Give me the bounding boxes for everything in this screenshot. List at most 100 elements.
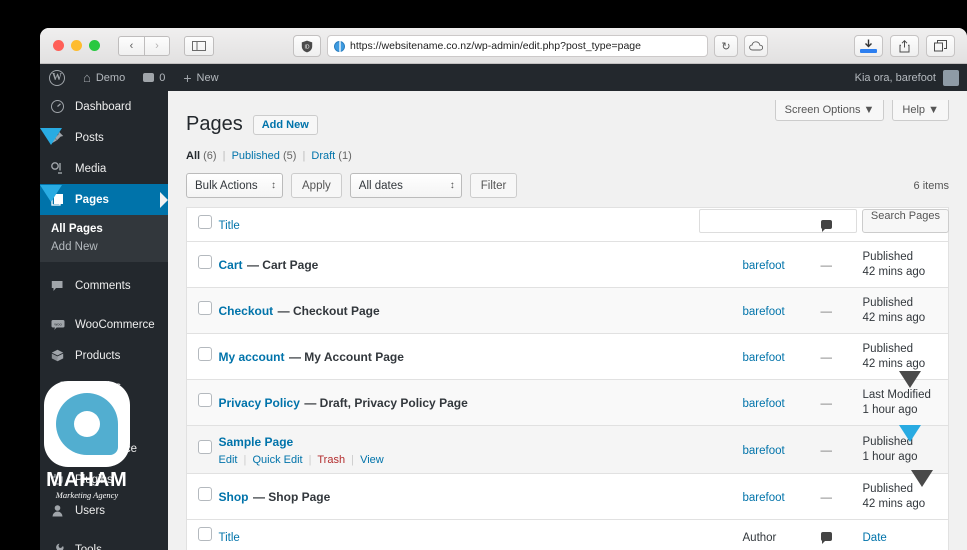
sidebar-item-woocommerce[interactable]: woo WooCommerce — [40, 309, 168, 340]
url-input[interactable]: https://websitename.co.nz/wp-admin/edit.… — [327, 35, 708, 57]
screen-options-button[interactable]: Screen Options ▼ — [774, 100, 885, 121]
comments-value: — — [820, 444, 833, 457]
table-row[interactable]: Cart — Cart Page barefoot — Published 42… — [186, 241, 949, 288]
table-row[interactable]: My account — My Account Page barefoot — … — [186, 333, 949, 380]
products-icon — [49, 349, 66, 362]
row-action-edit[interactable]: Edit — [219, 454, 238, 466]
admin-bar-new-content[interactable]: + New — [174, 64, 227, 91]
sidebar-item-tools[interactable]: Tools — [40, 534, 168, 550]
date-status: Published — [862, 342, 914, 355]
table-row[interactable]: Shop — Shop Page barefoot — Published 42… — [186, 473, 949, 520]
comments-value: — — [820, 259, 833, 272]
search-pages-button[interactable]: Search Pages — [861, 209, 949, 233]
row-checkbox[interactable] — [198, 301, 212, 315]
admin-bar-account[interactable]: Kia ora, barefoot — [855, 69, 967, 86]
filter-link-all[interactable]: All — [186, 150, 200, 162]
maham-logo-hole — [74, 411, 100, 437]
filter-button[interactable]: Filter — [469, 173, 518, 198]
page-title-link[interactable]: Privacy Policy — [219, 396, 300, 410]
author-link[interactable]: barefoot — [743, 445, 785, 457]
row-action-quick-edit[interactable]: Quick Edit — [252, 454, 302, 466]
page-title-link[interactable]: Cart — [219, 258, 243, 272]
author-link[interactable]: barefoot — [743, 398, 785, 410]
sidebar-item-comments[interactable]: Comments — [40, 270, 168, 301]
title-column-header[interactable]: Title — [219, 208, 743, 242]
status-filter-links: All (6) | Published (5) | Draft (1) — [186, 150, 949, 162]
row-checkbox-cell — [187, 426, 219, 474]
filter-separator-2: | — [302, 150, 306, 162]
sidebar-item-all-pages[interactable]: All Pages — [40, 220, 168, 238]
author-link[interactable]: barefoot — [743, 492, 785, 504]
filter-link-draft[interactable]: Draft — [311, 150, 335, 162]
sidebar-label-media: Media — [75, 162, 107, 175]
window-controls — [53, 40, 100, 51]
tabs-overview-icon[interactable] — [926, 35, 955, 57]
author-link[interactable]: barefoot — [743, 260, 785, 272]
table-row[interactable]: Privacy Policy — Draft, Privacy Policy P… — [186, 379, 949, 426]
row-action-sep-3: | — [351, 454, 355, 466]
row-comments-cell: — — [821, 242, 863, 288]
page-content: Screen Options ▼ Help ▼ Pages Add New Al… — [168, 91, 967, 550]
sidebar-item-pages[interactable]: Pages — [40, 184, 168, 215]
forward-icon[interactable]: › — [144, 35, 170, 56]
close-window-button[interactable] — [53, 40, 64, 51]
help-button[interactable]: Help ▼ — [892, 100, 949, 121]
add-new-button[interactable]: Add New — [252, 114, 318, 135]
sidebar-item-posts[interactable]: Posts — [40, 122, 168, 153]
table-row[interactable]: Sample Page Edit | Quick Edit | Trash | — [186, 425, 949, 474]
reload-icon[interactable]: ↻ — [714, 35, 738, 57]
select-all-checkbox[interactable] — [198, 215, 212, 229]
sidebar-item-products[interactable]: Products — [40, 340, 168, 371]
svg-text:woo: woo — [54, 321, 62, 326]
admin-bar-site-name[interactable]: ⌂ Demo — [74, 64, 134, 91]
minimize-window-button[interactable] — [71, 40, 82, 51]
sidebar-item-add-new[interactable]: Add New — [40, 238, 168, 256]
sidebar-item-media[interactable]: Media — [40, 153, 168, 184]
back-icon[interactable]: ‹ — [118, 35, 144, 56]
page-title-link[interactable]: Sample Page — [219, 435, 294, 449]
select-all-checkbox-bottom[interactable] — [198, 527, 212, 541]
row-title-cell: Shop — Shop Page — [219, 474, 743, 520]
title-footer-label: Title — [218, 531, 240, 544]
date-when: 1 hour ago — [862, 403, 918, 416]
page-title-link[interactable]: My account — [219, 350, 285, 364]
title-column-footer[interactable]: Title — [219, 520, 743, 550]
row-checkbox[interactable] — [198, 347, 212, 361]
filter-count-all: (6) — [203, 150, 217, 162]
apply-button-top[interactable]: Apply — [291, 173, 342, 198]
admin-bar-wp-logo[interactable]: W — [40, 64, 74, 91]
filter-count-published: (5) — [282, 150, 297, 162]
privacy-shield-icon[interactable]: ID — [293, 35, 321, 57]
row-date-cell: Published 42 mins ago — [863, 474, 949, 520]
filter-link-published[interactable]: Published — [232, 150, 280, 162]
cloud-icon[interactable] — [744, 35, 768, 57]
comment-bubble-icon — [820, 219, 832, 232]
row-action-view[interactable]: View — [360, 454, 384, 466]
search-input[interactable] — [698, 209, 857, 233]
admin-bar-comments[interactable]: 0 — [134, 64, 174, 91]
date-column-footer[interactable]: Date — [863, 520, 949, 550]
share-icon[interactable] — [890, 35, 919, 57]
row-comments-cell: — — [821, 380, 863, 426]
maximize-window-button[interactable] — [89, 40, 100, 51]
row-checkbox[interactable] — [198, 393, 212, 407]
watermark-logo: MAHAM Marketing Agency — [40, 381, 146, 500]
row-checkbox[interactable] — [198, 487, 212, 501]
sidebar-item-dashboard[interactable]: Dashboard — [40, 91, 168, 122]
author-link[interactable]: barefoot — [743, 352, 785, 364]
table-foot: Title Author Date — [186, 519, 949, 550]
download-icon[interactable] — [854, 35, 883, 57]
page-title-link[interactable]: Checkout — [219, 304, 274, 318]
download-progress-bar — [860, 49, 877, 53]
users-icon — [49, 504, 66, 517]
row-checkbox[interactable] — [198, 255, 212, 269]
row-checkbox[interactable] — [198, 440, 212, 454]
row-action-trash[interactable]: Trash — [317, 454, 345, 466]
date-filter-select[interactable]: All dates — [349, 173, 462, 198]
page-title-link[interactable]: Shop — [219, 490, 249, 504]
author-link[interactable]: barefoot — [743, 306, 785, 318]
sidebar-toggle-icon[interactable] — [184, 35, 214, 56]
table-row[interactable]: Checkout — Checkout Page barefoot — Publ… — [186, 287, 949, 334]
sidebar-label-tools: Tools — [75, 543, 102, 550]
bulk-actions-select[interactable]: Bulk Actions — [186, 173, 283, 198]
